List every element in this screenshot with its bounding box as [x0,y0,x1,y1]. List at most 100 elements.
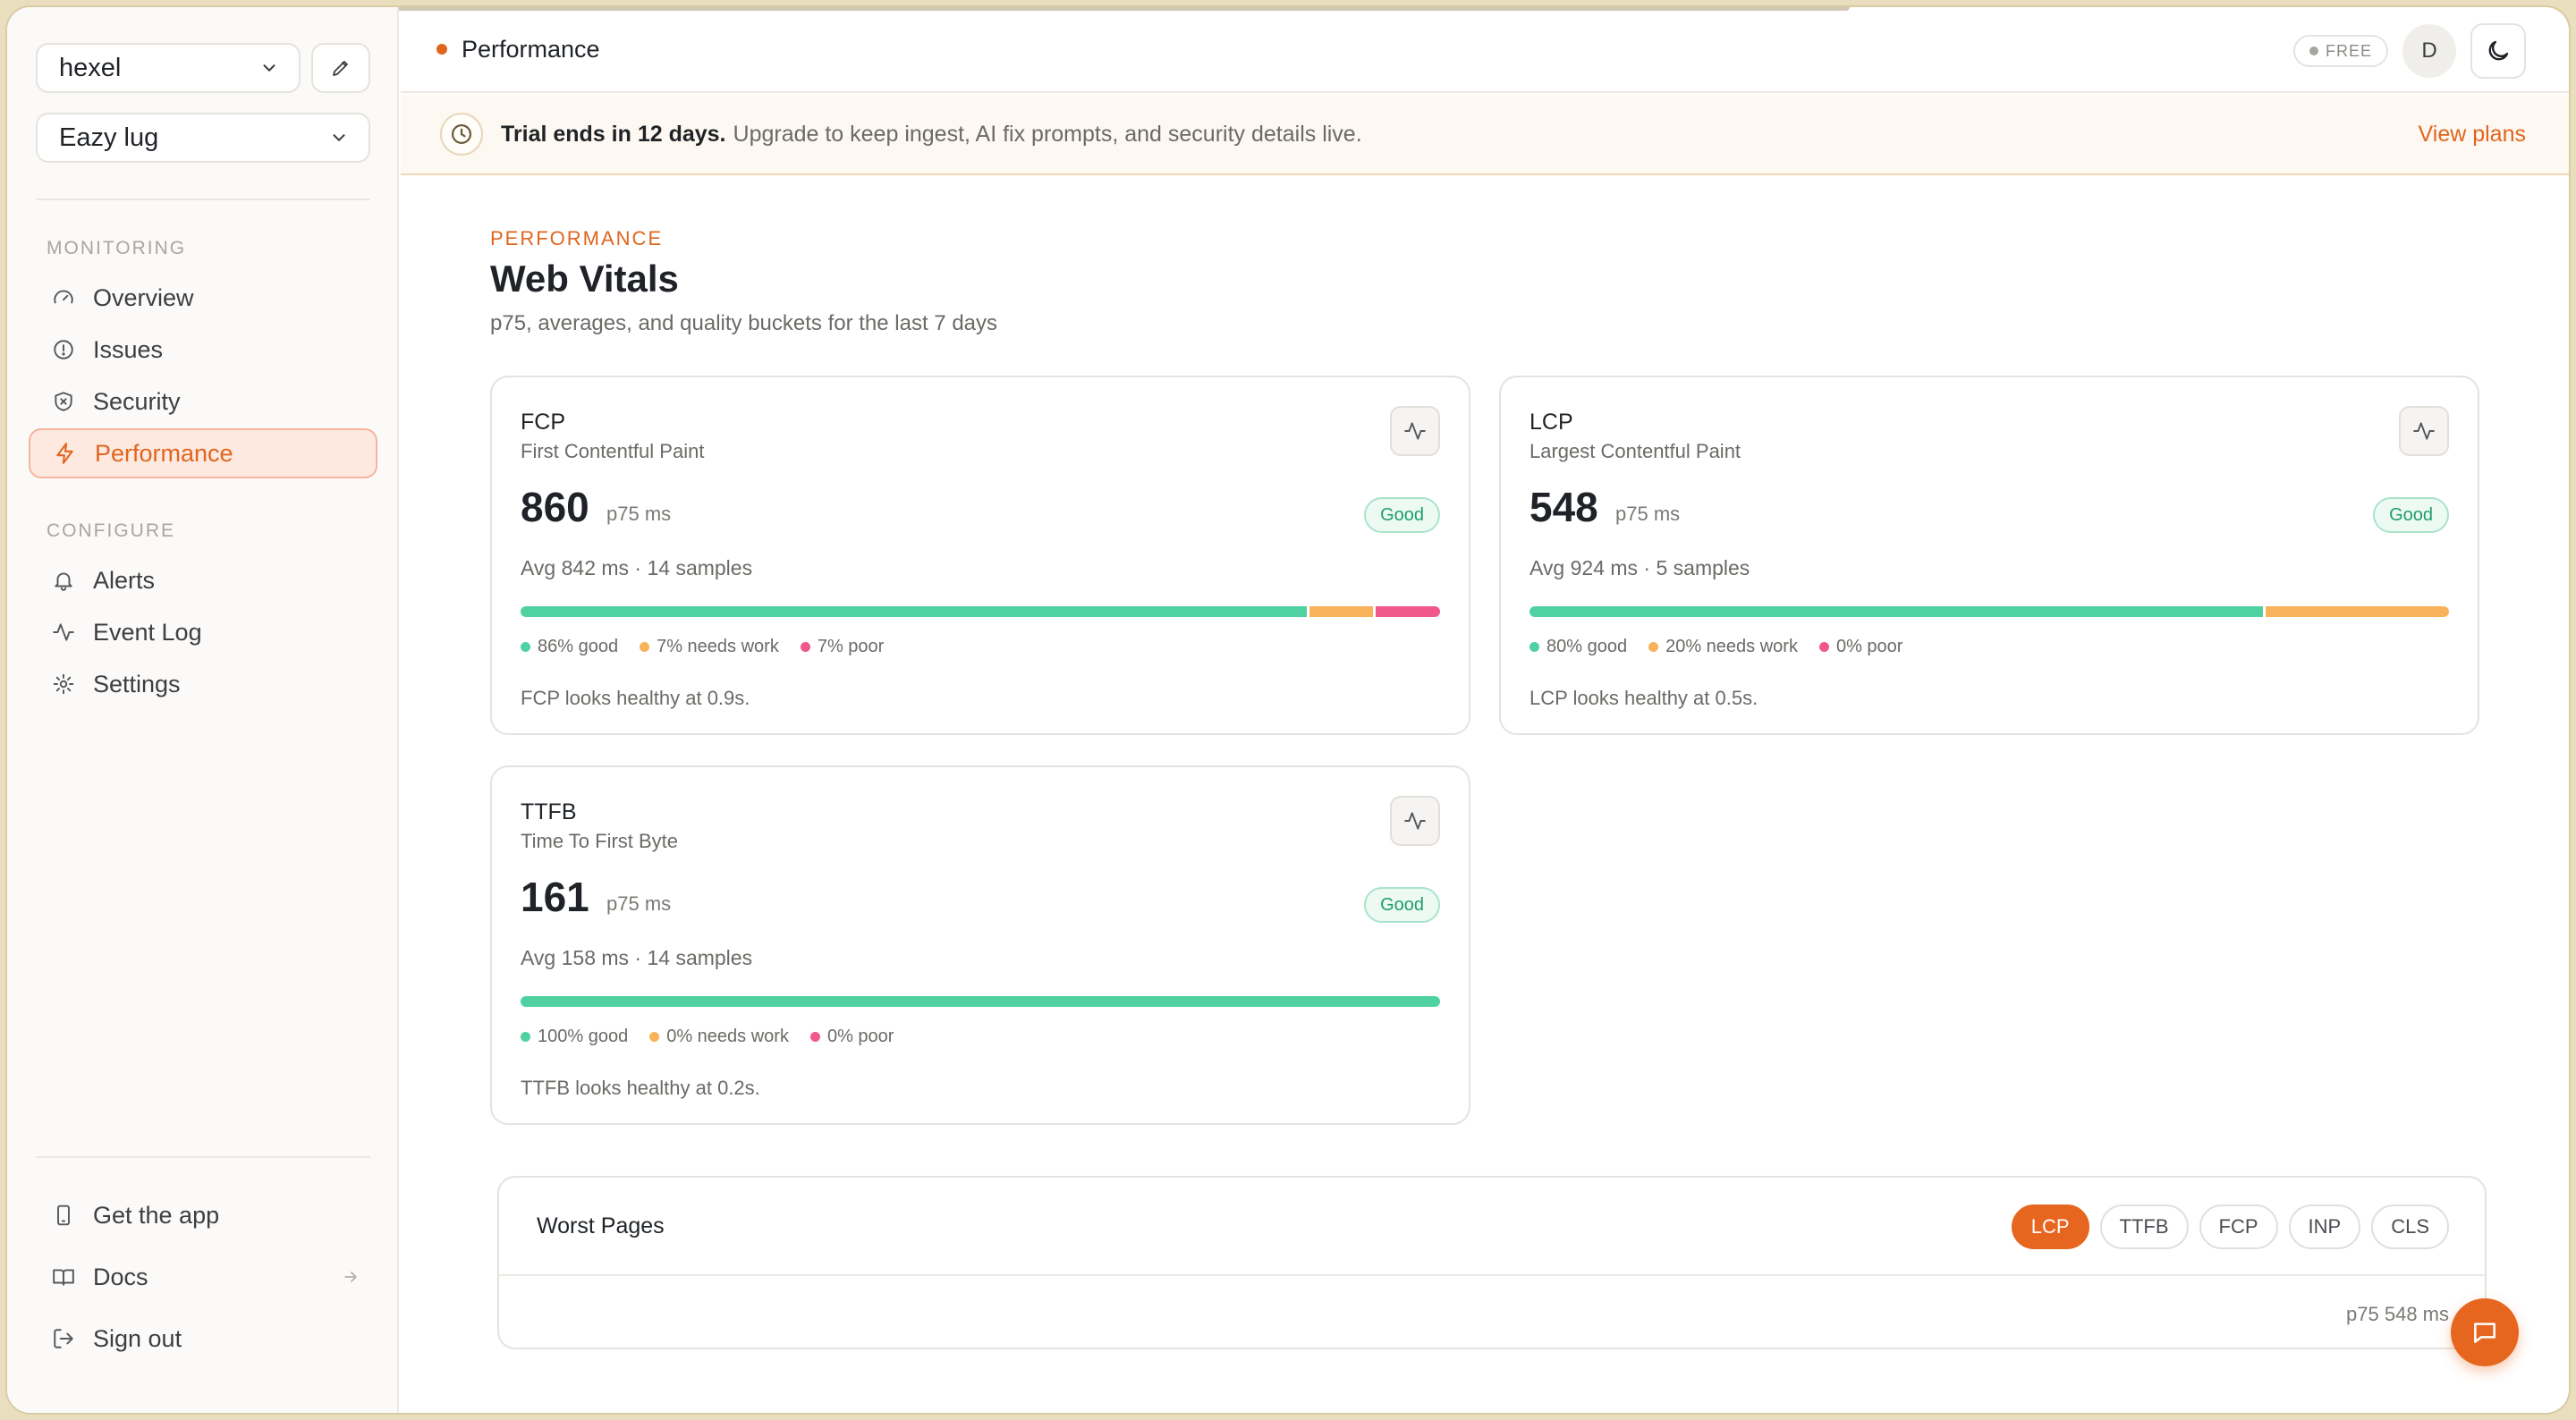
quality-bar [521,606,1440,617]
plan-dot [2309,46,2318,55]
vital-note: LCP looks healthy at 0.5s. [1530,687,1758,709]
bar-segment-needs-work [2266,606,2449,617]
vital-average: Avg 158 ms · 14 samples [521,946,753,969]
sidebar-item-event-log[interactable]: Event Log [29,607,377,657]
vital-unit: p75 ms [1615,503,1681,525]
sidebar-item-label: Performance [95,439,233,467]
bell-icon [55,572,72,591]
legend-poor-label: 7% poor [817,637,885,656]
vital-value: 548 [1530,484,1598,530]
avatar[interactable]: D [2402,24,2456,78]
legend-good: 80% good [1530,637,1627,657]
sidebar-item-label: Settings [93,670,181,697]
arrow-right-icon [344,1272,357,1282]
legend-needs-label: 7% needs work [657,637,779,656]
alert-circle-icon [54,340,73,359]
bolt-icon [56,443,73,464]
vital-average: Avg 924 ms · 5 samples [1530,556,1750,579]
vital-name: First Contentful Paint [521,440,705,462]
bar-segment-needs-work [1309,606,1374,617]
book-icon [53,1269,74,1286]
section-label-configure: CONFIGURE [47,520,175,541]
legend-needs-work: 7% needs work [640,637,779,657]
docs-link[interactable]: Docs [29,1252,377,1302]
top-header: Performance FREE D [401,7,2569,93]
vital-average: Avg 842 ms · 14 samples [521,556,753,579]
legend-dot [800,642,810,652]
plan-label: FREE [2325,41,2372,60]
legend-dot [1530,642,1539,652]
sign-out-button[interactable]: Sign out [29,1314,377,1364]
vital-note: FCP looks healthy at 0.9s. [521,687,750,709]
vital-name: Largest Contentful Paint [1530,440,1741,462]
page-subtitle: p75, averages, and quality buckets for t… [490,311,998,335]
sidebar-item-label: Event Log [93,618,202,646]
legend-dot [640,642,650,652]
edit-workspace-button[interactable] [311,43,370,93]
gauge-icon [54,290,73,304]
view-plans-link[interactable]: View plans [2419,122,2526,148]
sidebar-divider [36,199,370,200]
sidebar-item-label: Security [93,387,181,415]
quality-bar [1530,606,2449,617]
sidebar-item-alerts[interactable]: Alerts [29,555,377,605]
vital-value: 161 [521,874,589,920]
filter-lcp[interactable]: LCP [2011,1204,2089,1249]
sign-out-label: Sign out [93,1324,182,1352]
vital-unit: p75 ms [606,503,672,525]
vital-unit: p75 ms [606,892,672,915]
legend-dot [809,1032,820,1042]
activity-icon [1404,422,1426,440]
vital-card-lcp: LCP Largest Contentful Paint 548 p75 ms … [1499,376,2479,735]
legend-poor: 0% poor [1818,637,1902,657]
sidebar-item-settings[interactable]: Settings [29,659,377,709]
vital-value: 860 [521,484,589,530]
status-badge: Good [1364,497,1440,533]
bar-segment-good [521,996,1440,1007]
legend-needs-work: 0% needs work [649,1027,789,1047]
sidebar-item-performance[interactable]: Performance [29,428,377,478]
vital-chart-button[interactable] [2399,406,2449,456]
legend-dot [649,1032,660,1042]
legend-dot [521,642,530,652]
get-the-app-link[interactable]: Get the app [29,1190,377,1240]
filter-inp[interactable]: INP [2288,1204,2361,1249]
sidebar-divider [36,1156,370,1158]
clock-icon [440,113,483,156]
app-window: hexel Eazy lug MONITORING Overview Issue… [7,7,2569,1413]
section-label-monitoring: MONITORING [47,238,187,258]
legend-poor-label: 0% poor [826,1027,894,1046]
plan-badge[interactable]: FREE [2292,35,2388,67]
vital-chart-button[interactable] [1390,406,1440,456]
page-eyebrow: PERFORMANCE [490,227,664,249]
quality-legend: 80% good 20% needs work 0% poor [1530,637,1902,657]
project-select[interactable]: Eazy lug [36,113,370,163]
vital-chart-button[interactable] [1390,796,1440,846]
docs-label: Docs [93,1263,148,1290]
theme-toggle-button[interactable] [2470,23,2526,79]
trial-banner: Trial ends in 12 days. Upgrade to keep i… [401,95,2569,175]
vital-abbr: TTFB [521,799,577,824]
legend-needs-label: 20% needs work [1665,637,1798,656]
legend-good-label: 86% good [538,637,619,656]
status-badge: Good [2373,497,2449,533]
sidebar-item-security[interactable]: Security [29,376,377,427]
breadcrumb-dot [436,44,447,55]
legend-poor: 7% poor [800,637,885,657]
chevron-down-icon [263,64,275,72]
chat-button[interactable] [2451,1298,2519,1366]
gear-icon [53,673,74,695]
filter-fcp[interactable]: FCP [2199,1204,2278,1249]
workspace-row: hexel [36,43,370,93]
worst-pages-panel: Worst Pages LCP TTFB FCP INP CLS p75 548… [497,1176,2487,1349]
filter-ttfb[interactable]: TTFB [2099,1204,2189,1249]
filter-cls[interactable]: CLS [2371,1204,2449,1249]
sidebar-item-issues[interactable]: Issues [29,325,377,375]
vital-card-ttfb: TTFB Time To First Byte 161 p75 ms Good … [490,765,1470,1125]
legend-dot [1818,642,1829,652]
vital-note: TTFB looks healthy at 0.2s. [521,1077,760,1099]
sidebar: hexel Eazy lug MONITORING Overview Issue… [7,7,399,1413]
workspace-select[interactable]: hexel [36,43,301,93]
legend-good: 86% good [521,637,618,657]
sidebar-item-overview[interactable]: Overview [29,273,377,323]
